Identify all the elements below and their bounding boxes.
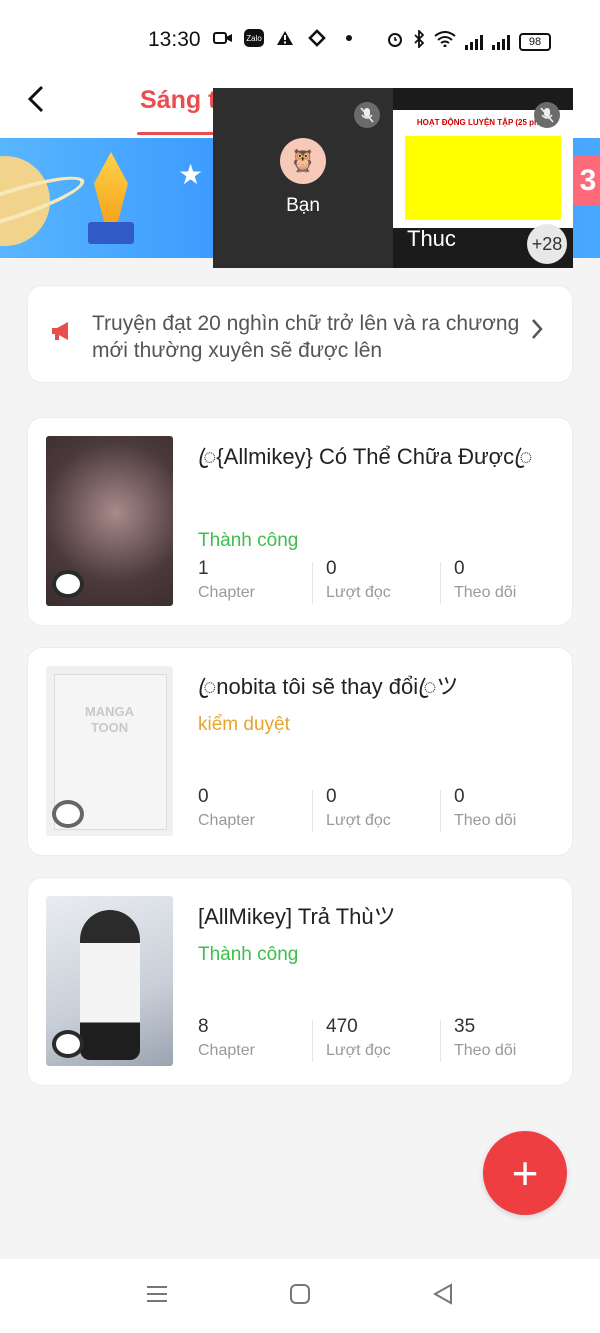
status-label: kiểm duyệt [198, 714, 290, 735]
stat-label: Theo dõi [454, 584, 517, 601]
add-story-button[interactable]: + [483, 1131, 567, 1215]
self-avatar: 🦉 [280, 138, 326, 184]
pen-trophy-icon [94, 152, 128, 222]
tab-indicator [137, 132, 217, 135]
story-title[interactable]: ꦿ{Allmikey} Có Thể Chữa Đượcꦿ [198, 434, 548, 480]
stat-label: Theo dõi [454, 812, 517, 829]
story-stats: 1 Chapter 0 Lượt đọc 0 Theo dõi [198, 558, 582, 604]
system-icons: 98 [386, 28, 551, 53]
zalo-icon: Zalo [244, 29, 264, 47]
stat-value: 0 [454, 558, 465, 579]
back-icon[interactable] [26, 84, 46, 120]
comment-bubble-icon [52, 800, 84, 828]
mangatoon-logo: MANGA TOON [46, 704, 173, 736]
signal-icon-2 [492, 34, 510, 50]
stat-label: Lượt đọc [326, 812, 391, 829]
stat-value: 0 [326, 786, 337, 807]
alarm-icon [386, 30, 404, 53]
stat-label: Lượt đọc [326, 584, 391, 601]
warning-icon [274, 29, 296, 47]
stat-value: 470 [326, 1016, 358, 1037]
logo-text-2: TOON [90, 720, 129, 735]
story-cover-placeholder[interactable]: MANGA TOON [46, 666, 173, 836]
battery-icon: 98 [519, 32, 551, 51]
story-cover-image[interactable] [46, 436, 173, 606]
stat-chapters: 8 Chapter [198, 1016, 326, 1062]
stat-value: 0 [326, 558, 337, 579]
stat-label: Chapter [198, 1042, 255, 1059]
comment-bubble-icon [52, 1030, 84, 1058]
story-card[interactable]: MANGA TOON ꦿnobita tôi sẽ thay đổiꦿツ kiể… [28, 648, 572, 855]
wifi-icon [434, 31, 456, 52]
cover-character-figure [80, 910, 140, 1060]
stat-value: 1 [198, 558, 209, 579]
story-stats: 8 Chapter 470 Lượt đọc 35 Theo dõi [198, 1016, 582, 1062]
video-camera-icon [212, 29, 234, 47]
story-card[interactable]: ꦿ{Allmikey} Có Thể Chữa Đượcꦿ Thành công… [28, 418, 572, 625]
stat-label: Chapter [198, 584, 255, 601]
stat-reads: 470 Lượt đọc [312, 1016, 454, 1062]
clock: 13:30 [148, 28, 201, 51]
logo-text-1: MANGA [84, 704, 135, 719]
stat-reads: 0 Lượt đọc [312, 558, 454, 604]
dot-icon [338, 29, 360, 47]
system-nav-bar [0, 1259, 600, 1333]
stat-followers: 0 Theo dõi [440, 786, 582, 832]
stat-followers: 0 Theo dõi [440, 558, 582, 604]
stat-label: Lượt đọc [326, 1042, 391, 1059]
stat-value: 0 [198, 786, 209, 807]
comment-bubble-icon [52, 570, 84, 598]
trophy-base-decoration [88, 222, 134, 244]
diamond-icon [306, 29, 328, 47]
stat-reads: 0 Lượt đọc [312, 786, 454, 832]
stat-value: 0 [454, 786, 465, 807]
status-label: Thành công [198, 944, 299, 965]
stat-value: 35 [454, 1016, 476, 1037]
story-title[interactable]: ꦿnobita tôi sẽ thay đổiꦿツ [198, 664, 548, 710]
home-icon[interactable] [289, 1283, 311, 1312]
status-label: Thành công [198, 530, 299, 551]
story-card[interactable]: [AllMikey] Trả Thùツ Thành công 8 Chapter… [28, 878, 572, 1085]
stat-followers: 35 Theo dõi [440, 1016, 582, 1062]
mic-off-icon [354, 102, 380, 128]
story-title[interactable]: [AllMikey] Trả Thùツ [198, 894, 548, 940]
tab-create[interactable]: Sáng t [140, 86, 216, 115]
chevron-right-icon[interactable] [530, 316, 544, 348]
video-call-overlay[interactable]: 🦉 Bạn HOẠT ĐỘNG LUYỆN TẬP (25 phút) Thuc… [213, 88, 573, 268]
star-icon: ★ [178, 159, 204, 190]
more-participants-badge[interactable]: +28 [527, 224, 567, 264]
bluetooth-icon [413, 28, 425, 53]
back-nav-icon[interactable] [432, 1283, 454, 1312]
notice-card[interactable]: Truyện đạt 20 nghìn chữ trở lên và ra ch… [28, 286, 572, 382]
signal-icon-1 [465, 34, 483, 50]
megaphone-icon [50, 320, 72, 344]
participant-video-tile[interactable]: HOẠT ĐỘNG LUYỆN TẬP (25 phút) Thuc +28 [393, 88, 573, 268]
notification-icons: Zalo [212, 29, 360, 47]
participant-name: Thuc [407, 226, 456, 251]
stat-value: 8 [198, 1016, 209, 1037]
stat-label: Chapter [198, 812, 255, 829]
slide-content [405, 136, 561, 220]
stat-label: Theo dõi [454, 1042, 517, 1059]
self-name: Bạn [286, 195, 320, 216]
notice-text: Truyện đạt 20 nghìn chữ trở lên và ra ch… [92, 312, 520, 362]
status-bar: 13:30 Zalo 98 [0, 0, 600, 80]
menu-icon[interactable] [146, 1283, 168, 1311]
stat-chapters: 0 Chapter [198, 786, 326, 832]
self-video-tile[interactable]: 🦉 Bạn [213, 88, 393, 268]
story-stats: 0 Chapter 0 Lượt đọc 0 Theo dõi [198, 786, 582, 832]
story-cover-image[interactable] [46, 896, 173, 1066]
mic-off-icon [534, 102, 560, 128]
stat-chapters: 1 Chapter [198, 558, 326, 604]
